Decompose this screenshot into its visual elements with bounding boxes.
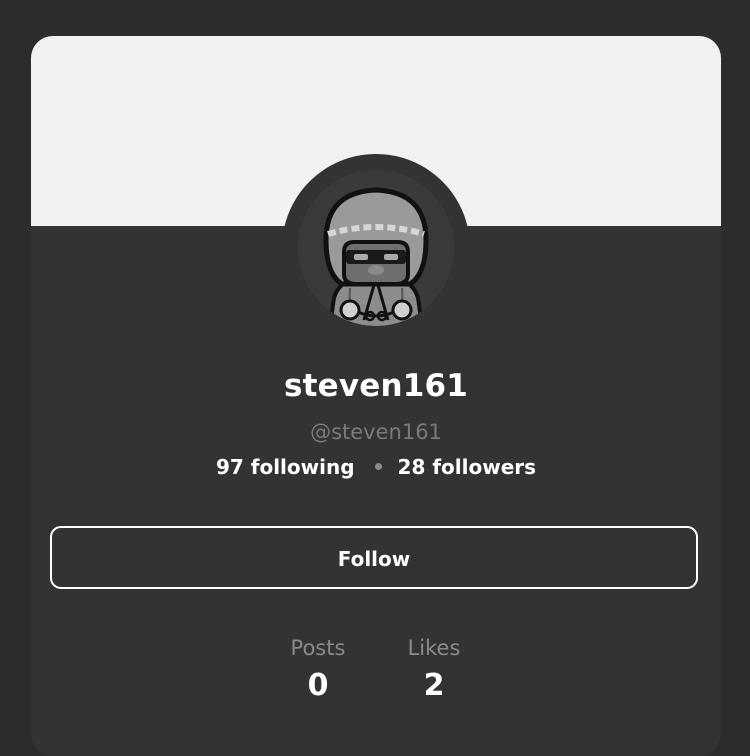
followers-count-link[interactable]: 28 followers <box>398 455 537 479</box>
follow-stats: 97 following 28 followers <box>31 455 721 479</box>
posts-label: Posts <box>290 636 346 660</box>
display-name: steven161 <box>283 368 469 404</box>
hooded-ninja-avatar-icon <box>298 170 454 326</box>
likes-label: Likes <box>407 636 461 660</box>
follow-button[interactable]: Follow <box>50 526 698 589</box>
profile-card: steven161 @steven161 97 following 28 foll… <box>31 36 721 756</box>
posts-count: 0 <box>307 668 329 703</box>
following-count-link[interactable]: 97 following <box>216 455 355 479</box>
likes-metric[interactable]: Likes 2 <box>374 636 494 703</box>
likes-count: 2 <box>423 668 445 703</box>
username-handle: @steven161 <box>310 420 442 444</box>
posts-metric[interactable]: Posts 0 <box>258 636 378 703</box>
dot-separator-icon <box>374 463 382 470</box>
avatar[interactable] <box>298 170 454 326</box>
